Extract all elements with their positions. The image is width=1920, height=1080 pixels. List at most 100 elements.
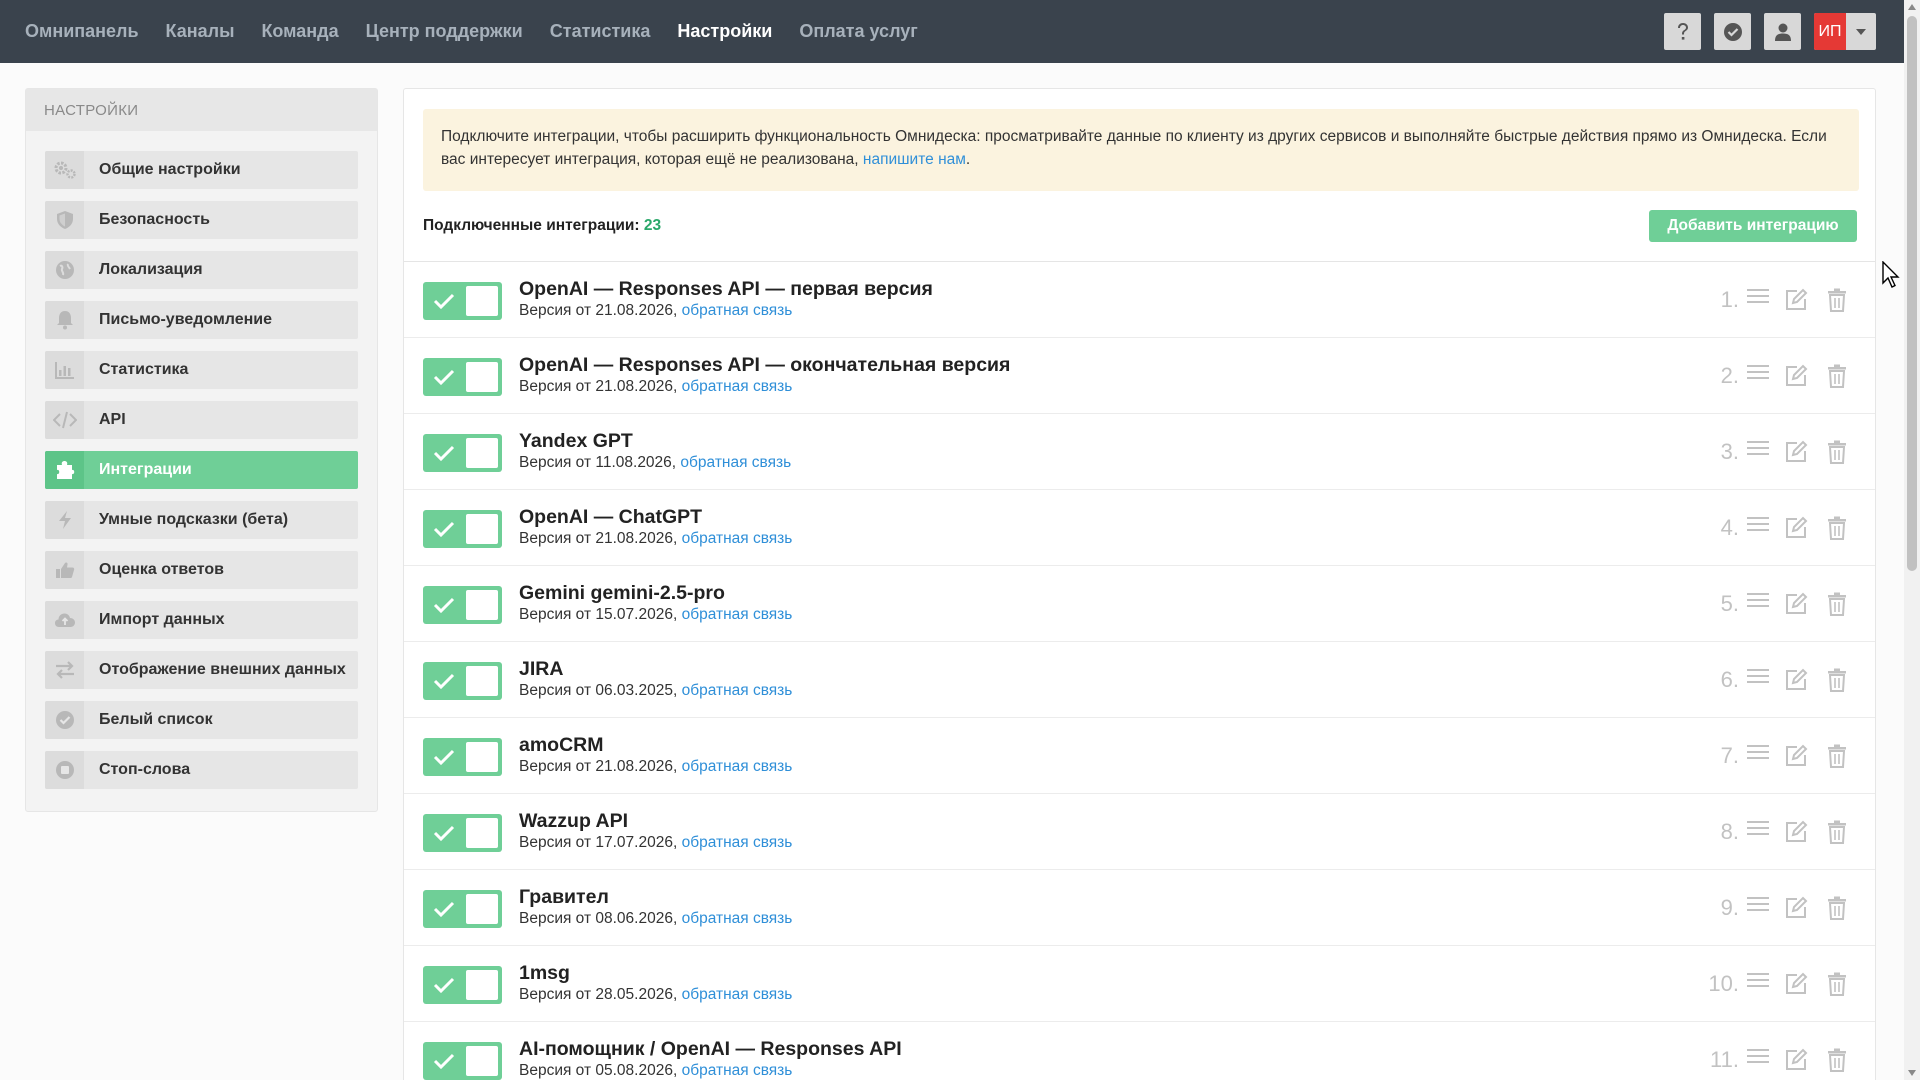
- integration-version: Версия от 28.05.2026, обратная связь: [519, 986, 792, 1004]
- drag-handle-icon[interactable]: [1747, 896, 1769, 917]
- integration-number: 1.: [1720, 287, 1739, 312]
- scroll-up-arrow[interactable]: [1908, 4, 1916, 10]
- edit-icon[interactable]: [1784, 744, 1808, 773]
- sidebar-item-external-data[interactable]: Отображение внешних данных: [45, 651, 358, 689]
- trash-icon[interactable]: [1827, 440, 1847, 469]
- connected-count: 23: [643, 217, 662, 234]
- check-icon: [433, 901, 455, 922]
- sidebar-item-integrations[interactable]: Интеграции: [45, 451, 358, 489]
- drag-handle-icon[interactable]: [1747, 972, 1769, 993]
- sidebar-item-smart-hints[interactable]: Умные подсказки (бета): [45, 501, 358, 539]
- drag-handle-icon[interactable]: [1747, 288, 1769, 309]
- add-integration-button[interactable]: Добавить интеграцию: [1649, 210, 1857, 242]
- trash-icon[interactable]: [1827, 592, 1847, 621]
- edit-icon[interactable]: [1784, 364, 1808, 393]
- trash-icon[interactable]: [1827, 896, 1847, 925]
- nav-item-help-center[interactable]: Центр поддержки: [366, 21, 523, 42]
- edit-icon[interactable]: [1784, 592, 1808, 621]
- integration-toggle[interactable]: [423, 738, 502, 776]
- toggle-knob: [466, 286, 498, 316]
- sidebar-item-general[interactable]: Общие настройки: [45, 151, 358, 189]
- nav-item-statistics[interactable]: Статистика: [550, 21, 651, 42]
- trash-icon[interactable]: [1827, 516, 1847, 545]
- page-scrollbar[interactable]: [1904, 0, 1920, 1080]
- edit-icon[interactable]: [1784, 1048, 1808, 1077]
- edit-icon[interactable]: [1784, 440, 1808, 469]
- integration-toggle[interactable]: [423, 814, 502, 852]
- sidebar-item-api[interactable]: API: [45, 401, 358, 439]
- drag-handle-icon[interactable]: [1747, 364, 1769, 385]
- nav-item-team[interactable]: Команда: [261, 21, 338, 42]
- trash-icon[interactable]: [1827, 288, 1847, 317]
- trash-icon[interactable]: [1827, 744, 1847, 773]
- integration-number: 3.: [1720, 439, 1739, 464]
- feedback-link[interactable]: обратная связь: [682, 986, 793, 1003]
- contact-us-link[interactable]: напишите нам: [863, 151, 966, 168]
- nav-item-settings[interactable]: Настройки: [677, 21, 772, 42]
- feedback-link[interactable]: обратная связь: [680, 454, 791, 471]
- trash-icon[interactable]: [1827, 668, 1847, 697]
- integration-toggle[interactable]: [423, 510, 502, 548]
- edit-icon[interactable]: [1784, 516, 1808, 545]
- feedback-link[interactable]: обратная связь: [682, 910, 793, 927]
- sidebar-item-localization[interactable]: Локализация: [45, 251, 358, 289]
- integration-toggle[interactable]: [423, 586, 502, 624]
- drag-handle-icon[interactable]: [1747, 516, 1769, 537]
- drag-handle-icon[interactable]: [1747, 1048, 1769, 1069]
- user-menu-button[interactable]: ИП: [1814, 13, 1876, 50]
- edit-icon[interactable]: [1784, 820, 1808, 849]
- integration-toggle[interactable]: [423, 966, 502, 1004]
- feedback-link[interactable]: обратная связь: [682, 530, 793, 547]
- edit-icon[interactable]: [1784, 896, 1808, 925]
- trash-icon[interactable]: [1827, 364, 1847, 393]
- trash-icon[interactable]: [1827, 972, 1847, 1001]
- help-button[interactable]: [1664, 13, 1701, 50]
- integration-toggle[interactable]: [423, 282, 502, 320]
- trash-icon[interactable]: [1827, 820, 1847, 849]
- drag-handle-icon[interactable]: [1747, 820, 1769, 841]
- integration-toggle[interactable]: [423, 662, 502, 700]
- check-icon: [433, 369, 455, 390]
- drag-handle-icon[interactable]: [1747, 668, 1769, 689]
- feedback-link[interactable]: обратная связь: [682, 378, 793, 395]
- scroll-thumb[interactable]: [1907, 16, 1917, 571]
- sidebar-item-whitelist[interactable]: Белый список: [45, 701, 358, 739]
- drag-handle-icon[interactable]: [1747, 440, 1769, 461]
- feedback-link[interactable]: обратная связь: [682, 682, 793, 699]
- integration-toggle[interactable]: [423, 358, 502, 396]
- scroll-down-arrow[interactable]: [1908, 1070, 1916, 1076]
- sidebar-item-stop-words[interactable]: Стоп-слова: [45, 751, 358, 789]
- trash-icon[interactable]: [1827, 1048, 1847, 1077]
- integration-number: 7.: [1720, 743, 1739, 768]
- sidebar-item-data-import[interactable]: Импорт данных: [45, 601, 358, 639]
- sidebar-item-answer-rating[interactable]: Оценка ответов: [45, 551, 358, 589]
- integration-version: Версия от 21.08.2026, обратная связь: [519, 530, 792, 548]
- feedback-link[interactable]: обратная связь: [682, 1062, 793, 1079]
- sidebar-item-statistics[interactable]: Статистика: [45, 351, 358, 389]
- integration-version: Версия от 08.06.2026, обратная связь: [519, 910, 792, 928]
- nav-item-billing[interactable]: Оплата услуг: [799, 21, 917, 42]
- integration-toggle[interactable]: [423, 890, 502, 928]
- connected-integrations: Подключенные интеграции: 23: [423, 217, 661, 235]
- status-button[interactable]: [1714, 13, 1751, 50]
- chevron-down-icon: [1846, 28, 1876, 35]
- drag-handle-icon[interactable]: [1747, 592, 1769, 613]
- nav-item-channels[interactable]: Каналы: [166, 21, 235, 42]
- drag-handle-icon[interactable]: [1747, 744, 1769, 765]
- feedback-link[interactable]: обратная связь: [682, 606, 793, 623]
- feedback-link[interactable]: обратная связь: [682, 758, 793, 775]
- integration-toggle[interactable]: [423, 434, 502, 472]
- edit-icon[interactable]: [1784, 972, 1808, 1001]
- feedback-link[interactable]: обратная связь: [682, 834, 793, 851]
- integration-toggle[interactable]: [423, 1042, 502, 1080]
- edit-icon[interactable]: [1784, 668, 1808, 697]
- sidebar-item-notification-email[interactable]: Письмо-уведомление: [45, 301, 358, 339]
- profile-button[interactable]: [1764, 13, 1801, 50]
- toggle-knob: [466, 362, 498, 392]
- nav-item-omnipanel[interactable]: Омнипанель: [25, 21, 139, 42]
- integration-row: Yandex GPT Версия от 11.08.2026, обратная…: [404, 414, 1875, 490]
- edit-icon[interactable]: [1784, 288, 1808, 317]
- feedback-link[interactable]: обратная связь: [682, 302, 793, 319]
- sidebar-item-security[interactable]: Безопасность: [45, 201, 358, 239]
- integration-version: Версия от 06.03.2025, обратная связь: [519, 682, 792, 700]
